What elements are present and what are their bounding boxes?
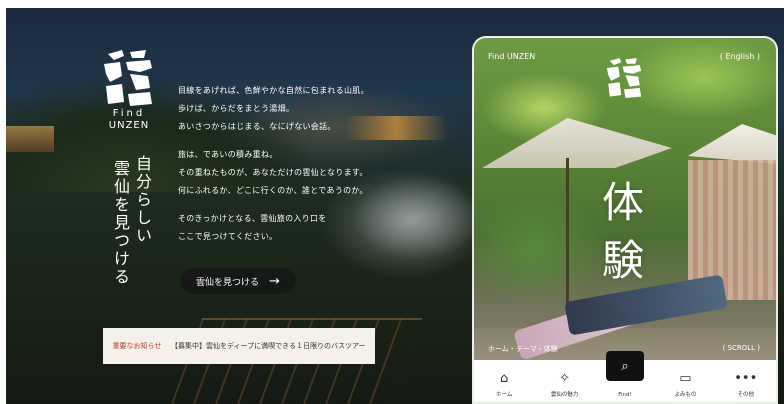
phone-preview: Find UNZEN ( English ) 体 験 ホーム・テーマ・体験 ( … [472, 36, 778, 404]
catchphrase-column-2: 雲仙を見つける [111, 160, 130, 286]
tab-find[interactable]: ⌕ Find! [597, 351, 653, 398]
tab-label: Find! [618, 392, 632, 398]
intro-line: 歩けば、からだをまとう湯畑。 [178, 104, 295, 113]
parasol-image [482, 118, 672, 168]
intro-text: 目線をあげれば、色鮮やかな自然に包まれる山肌。 歩けば、からだをまとう湯畑。 あ… [178, 82, 398, 256]
unzen-logo-icon[interactable] [604, 56, 644, 100]
tab-label: 雲仙の魅力 [550, 392, 579, 398]
notice-message-link[interactable]: 【募集中】雲仙をディープに満喫できる１日限りのバスツアー [171, 341, 374, 352]
language-switch-link[interactable]: ( English ) [720, 52, 760, 61]
arrow-right-icon: → [269, 273, 280, 289]
tab-label: ホーム [496, 392, 513, 398]
intro-paragraph-3: そのきっかけとなる、雲仙旅の入り口を ここで見つけてください。 [178, 210, 398, 246]
notice-tag: 重要なお知らせ [112, 342, 162, 350]
logo-text-find: Find [112, 108, 146, 119]
intro-line: その重ねたものが、あなただけの雲仙となります。 [178, 168, 368, 177]
more-icon: ••• [734, 371, 758, 386]
find-unzen-button-label: 雲仙を見つける [196, 277, 260, 288]
intro-line: 目線をあげれば、色鮮やかな自然に包まれる山肌。 [178, 86, 369, 95]
tab-label: その他 [737, 392, 754, 398]
tab-home[interactable]: ⌂ ホーム [476, 371, 532, 398]
lounge-chair-image [564, 274, 728, 336]
intro-line: ここで見つけてください。 [178, 232, 278, 241]
intro-line: 旅は、であいの積み重ね。 [178, 150, 278, 159]
intro-line: そのきっかけとなる、雲仙旅の入り口を [178, 214, 327, 223]
parasol-image [688, 124, 776, 164]
scroll-indicator: ( SCROLL ) [722, 344, 760, 352]
tab-label: よみもの [674, 392, 697, 398]
intro-line: あいさつからはじまる、なにげない会話。 [178, 122, 336, 131]
tab-more[interactable]: ••• その他 [718, 371, 774, 398]
important-notice-bar[interactable]: 重要なお知らせ 【募集中】雲仙をディープに満喫できる１日限りのバスツアー [103, 328, 375, 364]
breadcrumb[interactable]: ホーム・テーマ・体験 [488, 344, 558, 354]
hotel-building [6, 126, 54, 152]
tab-attractions[interactable]: ✧ 雲仙の魅力 [537, 371, 593, 398]
book-icon: ▭ [679, 371, 692, 386]
logo-wordmark: Find UNZEN [98, 108, 160, 132]
find-unzen-button[interactable]: 雲仙を見つける → [180, 268, 296, 294]
logo-text-unzen: UNZEN [108, 120, 150, 131]
intro-line: 何にふれるか、どこに行くのか、誰とであうのか。 [178, 186, 368, 195]
sparkle-icon: ✧ [559, 371, 571, 386]
tab-reading[interactable]: ▭ よみもの [657, 371, 713, 398]
bottom-tab-bar: ⌂ ホーム ✧ 雲仙の魅力 ⌕ Find! ▭ よみもの ••• その他 [474, 351, 776, 402]
parasol-pole [566, 158, 569, 318]
unzen-logo-icon[interactable] [100, 48, 156, 108]
intro-paragraph-2: 旅は、であいの積み重ね。 その重ねたものが、あなただけの雲仙となります。 何にふ… [178, 146, 398, 200]
search-icon: ⌕ [605, 351, 644, 381]
catchphrase-column-1: 自分らしい [133, 155, 152, 245]
phone-brand-label[interactable]: Find UNZEN [488, 52, 535, 61]
theme-title-char-2: 験 [602, 236, 645, 285]
intro-paragraph-1: 目線をあげれば、色鮮やかな自然に包まれる山肌。 歩けば、からだをまとう湯畑。 あ… [178, 82, 398, 136]
theme-title-char-1: 体 [602, 178, 645, 227]
home-icon: ⌂ [500, 371, 509, 386]
